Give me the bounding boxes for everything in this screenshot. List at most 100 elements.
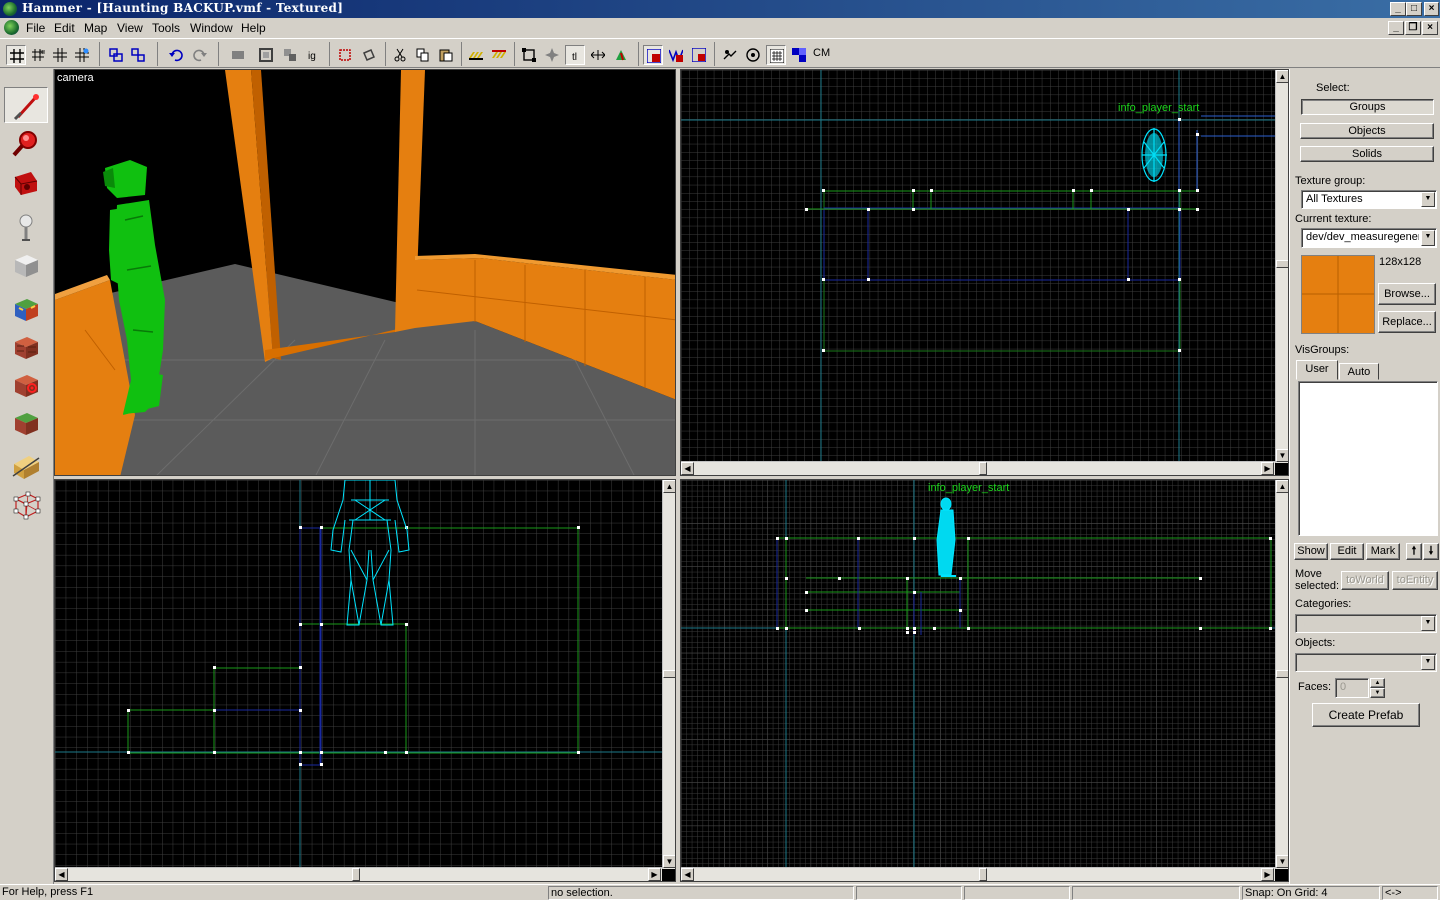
maximize-button[interactable]: □ [1406, 2, 1422, 16]
scroll-thumb[interactable] [979, 868, 987, 881]
decal-tool-button[interactable] [4, 367, 48, 403]
minimize-button[interactable]: _ [1390, 2, 1406, 16]
solids-button[interactable]: Solids [1300, 146, 1434, 162]
carve-button[interactable] [228, 45, 248, 65]
groups-button[interactable]: Groups [1301, 99, 1434, 115]
texture-group-select[interactable]: All Textures ▼ [1301, 190, 1437, 209]
texture-scale-lock-button[interactable] [359, 45, 379, 65]
copy-button[interactable] [413, 45, 433, 65]
objects-button[interactable]: Objects [1300, 123, 1434, 139]
scroll-left-arrow[interactable]: ◀ [681, 868, 694, 881]
magnify-tool-button[interactable] [4, 126, 48, 162]
vertex-tool-button[interactable] [4, 487, 48, 523]
apply-current-texture-button[interactable] [4, 329, 48, 365]
side-view-hscroll[interactable]: ◀ ▶ [681, 867, 1275, 881]
to-world-button[interactable]: toWorld [1341, 571, 1389, 590]
front-view-hscroll[interactable]: ◀ ▶ [55, 867, 662, 881]
faces-up-arrow[interactable]: ▲ [1370, 678, 1385, 688]
scroll-up-arrow[interactable]: ▲ [1276, 480, 1288, 493]
scroll-down-arrow[interactable]: ▼ [663, 855, 675, 868]
scroll-down-arrow[interactable]: ▼ [1276, 855, 1288, 868]
menu-tools[interactable]: Tools [152, 21, 180, 35]
categories-select[interactable]: ▼ [1295, 614, 1437, 633]
scroll-thumb[interactable] [979, 462, 987, 475]
entity-tool-button[interactable] [4, 209, 48, 245]
side-2d-viewport[interactable]: info_player_start ▲ ▼ ◀ ▶ [680, 479, 1289, 882]
browse-button[interactable]: Browse... [1378, 283, 1436, 305]
selection-box-button[interactable] [519, 45, 539, 65]
texture-browser-button[interactable] [766, 45, 786, 65]
close-button[interactable]: × [1424, 2, 1439, 16]
overlay-tool-button[interactable] [4, 405, 48, 441]
ungroup-button[interactable] [128, 45, 148, 65]
texture-lock-button[interactable] [335, 45, 355, 65]
mark-button[interactable]: Mark [1366, 543, 1400, 560]
camera-viewport[interactable]: camera [54, 69, 676, 476]
clipping-tool-button[interactable] [4, 449, 48, 485]
scroll-right-arrow[interactable]: ▶ [648, 868, 661, 881]
move-up-button[interactable]: 🠕 [1406, 543, 1422, 560]
faces-input[interactable]: 0 [1335, 678, 1369, 698]
show-helpers-button[interactable] [466, 45, 486, 65]
chevron-down-icon[interactable]: ▼ [1421, 616, 1435, 631]
tab-user[interactable]: User [1296, 360, 1338, 380]
scroll-thumb[interactable] [1276, 260, 1288, 268]
scroll-thumb[interactable] [352, 868, 360, 881]
tab-auto[interactable]: Auto [1339, 363, 1379, 380]
undo-button[interactable] [166, 45, 186, 65]
document-icon[interactable] [4, 20, 19, 35]
tie-to-entity-button[interactable] [280, 45, 300, 65]
paste-button[interactable] [436, 45, 456, 65]
toggle-grid-button[interactable] [6, 45, 26, 65]
map-properties-button[interactable] [720, 45, 740, 65]
group-button[interactable] [106, 45, 126, 65]
scroll-right-arrow[interactable]: ▶ [1261, 462, 1274, 475]
snap-to-grid-button[interactable] [542, 45, 562, 65]
edit-button[interactable]: Edit [1330, 543, 1364, 560]
menu-window[interactable]: Window [190, 21, 233, 35]
scroll-thumb[interactable] [663, 670, 675, 678]
faces-down-arrow[interactable]: ▼ [1370, 688, 1385, 698]
block-tool-button[interactable] [4, 247, 48, 283]
run-map-button[interactable] [611, 45, 631, 65]
menu-map[interactable]: Map [84, 21, 107, 35]
top-2d-viewport[interactable]: info_player_start ▲ ▼ ◀ ▶ [680, 69, 1289, 476]
menu-edit[interactable]: Edit [54, 21, 75, 35]
create-prefab-button[interactable]: Create Prefab [1312, 703, 1420, 727]
entity-report-button[interactable] [743, 45, 763, 65]
scroll-left-arrow[interactable]: ◀ [681, 462, 694, 475]
cut-button[interactable] [390, 45, 410, 65]
to-entity-button[interactable]: toEntity [1392, 571, 1438, 590]
scroll-left-arrow[interactable]: ◀ [55, 868, 68, 881]
front-2d-viewport[interactable]: ▲ ▼ ◀ ▶ [54, 479, 676, 882]
selection-tool-button[interactable] [4, 87, 48, 123]
grid-3d-button[interactable]: 3D [28, 45, 48, 65]
doc-close-button[interactable]: × [1422, 21, 1438, 35]
check-problems-button[interactable] [789, 45, 809, 65]
scroll-up-arrow[interactable]: ▲ [1276, 70, 1288, 83]
objects-select[interactable]: ▼ [1295, 653, 1437, 672]
chevron-down-icon[interactable]: ▼ [1421, 655, 1435, 670]
hollow-button[interactable] [256, 45, 276, 65]
top-view-vscroll[interactable]: ▲ ▼ [1275, 70, 1288, 463]
chevron-down-icon[interactable]: ▼ [1421, 230, 1435, 246]
view-2d-xz-button[interactable] [689, 45, 709, 65]
current-texture-select[interactable]: dev/dev_measuregeneric01 ▼ [1301, 228, 1437, 248]
texture-preview[interactable] [1301, 255, 1375, 334]
texture-lock-tl-button[interactable]: tl [565, 45, 585, 65]
menu-help[interactable]: Help [241, 21, 266, 35]
scroll-right-arrow[interactable]: ▶ [1261, 868, 1274, 881]
top-view-hscroll[interactable]: ◀ ▶ [681, 461, 1275, 475]
texture-application-tool-button[interactable] [4, 291, 48, 327]
menu-file[interactable]: File [26, 21, 45, 35]
replace-button[interactable]: Replace... [1378, 311, 1436, 333]
view-2d-yz-button[interactable] [666, 45, 686, 65]
scroll-down-arrow[interactable]: ▼ [1276, 449, 1288, 462]
align-button[interactable] [588, 45, 608, 65]
redo-button[interactable] [190, 45, 210, 65]
menu-view[interactable]: View [117, 21, 143, 35]
scroll-up-arrow[interactable]: ▲ [663, 480, 675, 493]
hammer-app-icon[interactable] [3, 2, 17, 16]
smaller-grid-button[interactable] [50, 45, 70, 65]
side-view-vscroll[interactable]: ▲ ▼ [1275, 480, 1288, 869]
